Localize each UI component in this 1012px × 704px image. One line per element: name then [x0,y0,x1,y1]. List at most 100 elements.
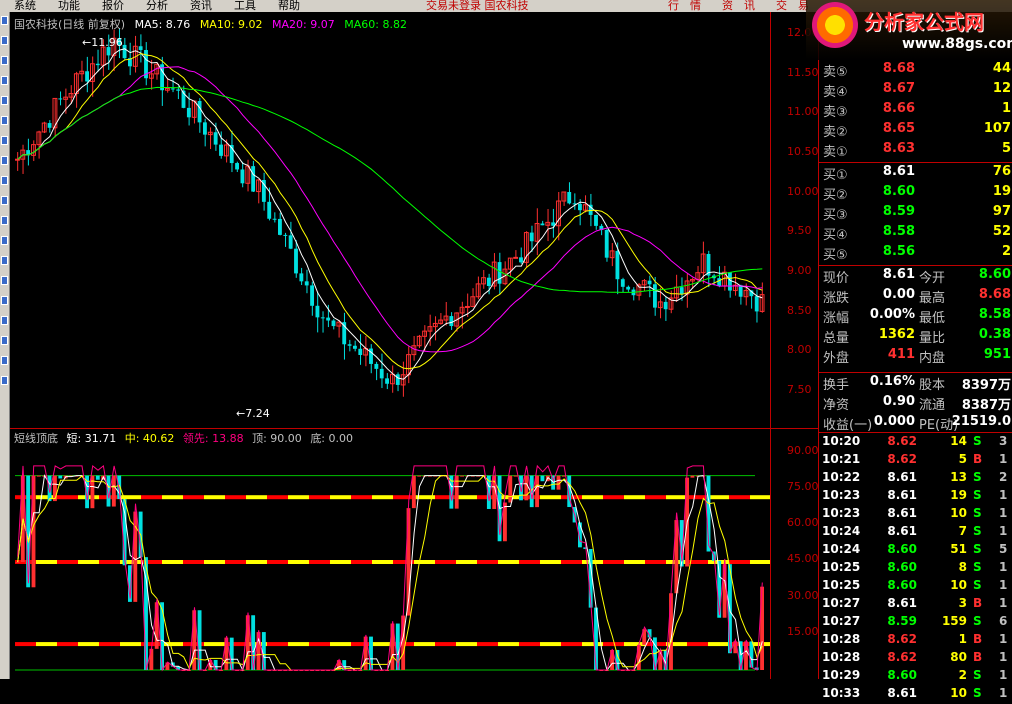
band-segment [561,560,582,564]
band-segment [687,642,708,647]
ask-row-3: 卖③ 8.66 1 [823,101,1011,120]
menu-tools[interactable]: 工具 [234,0,256,12]
band-segment [729,495,750,500]
band-segment [624,560,645,564]
quote-tab-1[interactable]: 行 [668,0,679,12]
candle-body [374,363,379,369]
band-segment [393,560,414,564]
candle-body [465,305,470,308]
toolbar-icon[interactable] [1,216,8,225]
band-segment [393,495,414,500]
trade-tab-2[interactable]: 易 [798,0,809,12]
band-segment [603,495,624,500]
candle-body [272,218,277,220]
band-segment [36,642,57,647]
candles [15,28,765,397]
band-segment [435,560,456,564]
menu-system[interactable]: 系统 [14,0,36,12]
toolbar-icon[interactable] [1,176,8,185]
toolbar-icon[interactable] [1,196,8,205]
band-segment [498,642,519,647]
ma5-label: MA5: 8.76 [134,18,191,31]
stat-row: 涨跌 0.00 最高 8.68 [823,287,1011,306]
toolbar-icon[interactable] [1,76,8,85]
band-segment [519,560,540,564]
news-tab-2[interactable]: 讯 [744,0,755,12]
band-segment [267,560,288,564]
toolbar-icon[interactable] [1,316,8,325]
band-segment [78,560,99,564]
candle-body [615,250,620,280]
candle-body [513,256,519,259]
candle-body [385,378,389,384]
candle-body [304,281,309,286]
indicator-title: 短线顶底 短: 31.71 中: 40.62 领先: 13.88 顶: 90.0… [14,430,358,446]
menu-news[interactable]: 资讯 [190,0,212,12]
band-segment [645,495,666,500]
band-segment [309,642,330,647]
band-segment [603,642,624,647]
band-segment [288,495,309,500]
candle-body [497,262,502,284]
candle-body [170,88,175,90]
toolbar-icon[interactable] [1,376,8,385]
menu-function[interactable]: 功能 [58,0,80,12]
toolbar-icon[interactable] [1,136,8,145]
bid-row-2: 买② 8.60 19 [823,184,1011,203]
toolbar-icon[interactable] [1,236,8,245]
menu-quote[interactable]: 报价 [102,0,124,12]
candle-body [626,286,631,290]
menu-help[interactable]: 帮助 [278,0,300,12]
band-segment [687,495,708,500]
band-segment [162,560,183,564]
candle-body [347,344,352,346]
candle-body [529,232,534,242]
band-segment [78,642,99,647]
toolbar-icon[interactable] [1,256,8,265]
oscillator-bar [36,475,41,477]
toolbar-icon[interactable] [1,156,8,165]
toolbar-icon[interactable] [1,116,8,125]
toolbar-icon[interactable] [1,276,8,285]
ma60-line [17,86,763,293]
tick-row: 10:29 8.60 2 S 1 [822,668,1008,682]
kline-chart[interactable]: ←11.96 ←7.24 [10,12,770,679]
toolbar-icon[interactable] [1,36,8,45]
tick-row: 10:25 8.60 10 S 1 [822,578,1008,592]
band-segment [57,495,78,500]
toolbar-icon[interactable] [1,336,8,345]
trade-tab-1[interactable]: 交 [776,0,787,12]
band-segment [309,560,330,564]
divider [819,265,1012,266]
oscillator-bar [411,475,416,509]
stat-row: 换手 0.16% 股本 8397万 [823,374,1011,393]
candle-body [95,63,100,66]
menu-analysis[interactable]: 分析 [146,0,168,12]
ask-row-1: 卖① 8.63 5 [823,141,1011,160]
news-tab-1[interactable]: 资 [722,0,733,12]
toolbar-icon[interactable] [1,16,8,25]
band-segment [246,560,267,564]
quote-tab-2[interactable]: 情 [690,0,701,12]
toolbar-icon[interactable] [1,356,8,365]
ind-axis-tick: 60.00 [787,516,819,529]
toolbar-icon[interactable] [1,296,8,305]
candle-body [653,284,657,308]
toolbar-icon[interactable] [1,56,8,65]
ma5-line [17,48,763,380]
band-segment [477,642,498,647]
axis-tick: 9.50 [787,224,812,237]
toolbar-icon[interactable] [1,96,8,105]
band-segment [645,560,666,564]
candle-body [567,192,572,204]
axis-tick: 12.00 [787,26,819,39]
price-axis: 12.00 11.50 11.00 10.50 10.00 9.50 9.00 … [770,12,819,679]
oscillator-bar [417,475,422,477]
candle-body [331,320,336,327]
candle-body [449,316,454,327]
band-segment [309,495,330,500]
candle-body [186,107,191,118]
band-segment [561,642,582,647]
band-segment [582,495,603,500]
band-segment [288,642,309,647]
